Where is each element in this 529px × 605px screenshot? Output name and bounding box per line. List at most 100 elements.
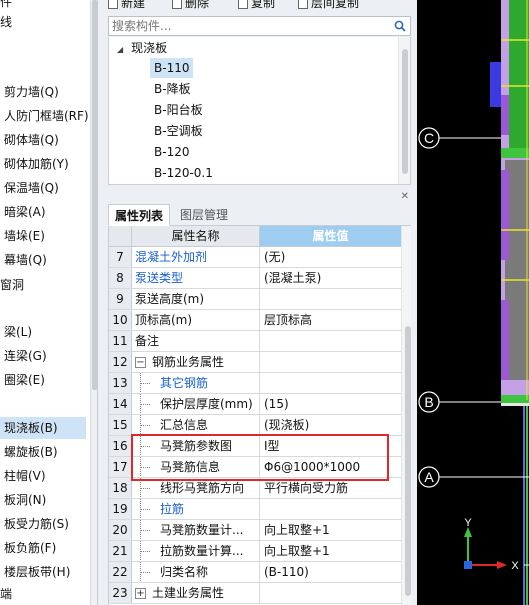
nav-item-cast-in-place-slab[interactable]: 现浇板(B)	[0, 417, 86, 439]
property-value[interactable]	[260, 499, 401, 520]
property-grid-scrollbar[interactable]	[401, 226, 411, 605]
property-value[interactable]: (15)	[260, 394, 401, 415]
nav-item-curtain-wall[interactable]: 幕墙(Q)	[0, 249, 86, 271]
new-button[interactable]: 新建	[108, 0, 145, 12]
row-number: 19	[109, 499, 132, 520]
tree-scrollbar[interactable]	[398, 37, 410, 184]
property-value[interactable]	[260, 373, 401, 394]
nav-section-window-opening[interactable]: 窗洞	[0, 276, 24, 293]
nav-section-end[interactable]: 端	[0, 585, 12, 602]
property-row[interactable]: 8 泵送类型 (混凝土泵)	[109, 268, 401, 289]
panel-splitter[interactable]: ✕	[108, 191, 413, 202]
property-name: 顶标高(m)	[132, 310, 260, 331]
property-row[interactable]: 15 汇总信息 (现浇板)	[109, 415, 401, 436]
nav-item-floor-slab-band[interactable]: 楼层板带(H)	[0, 561, 86, 583]
axis-label-a: A	[424, 469, 434, 485]
copy-button[interactable]: 复制	[238, 0, 275, 12]
property-row[interactable]: 9 泵送高度(m)	[109, 289, 401, 310]
property-name[interactable]: 拉筋	[132, 499, 260, 520]
element-marker	[490, 62, 501, 107]
property-value[interactable]	[260, 331, 401, 352]
tree-node-b-lowered-slab[interactable]: B-降板	[150, 79, 195, 99]
property-value[interactable]	[260, 289, 401, 310]
nav-item-masonry-reinforcement[interactable]: 砌体加筋(Y)	[0, 153, 86, 175]
close-icon[interactable]: ✕	[401, 191, 409, 202]
property-value[interactable]: (B-110)	[260, 562, 401, 583]
tree-connector-line	[140, 488, 150, 489]
component-nav-panel: 件 线 剪力墙(Q) 人防门框墙(RF) 砌体墙(Q) 砌体加筋(Y) 保温墙(…	[0, 0, 97, 605]
nav-item-insulation-wall[interactable]: 保温墙(Q)	[0, 177, 86, 199]
nav-item-slab-main-rebar[interactable]: 板受力筋(S)	[0, 513, 86, 535]
property-value[interactable]: 平行横向受力筋	[260, 478, 401, 499]
property-name[interactable]: 其它钢筋	[132, 373, 260, 394]
property-name-text: 线形马凳筋方向	[160, 481, 245, 495]
nav-item-wall-pier[interactable]: 墙垛(E)	[0, 225, 86, 247]
drawing-canvas[interactable]: C B A Y X	[417, 0, 529, 605]
property-value[interactable]	[260, 583, 401, 604]
new-button-label: 新建	[121, 0, 146, 10]
property-row[interactable]: 11 备注	[109, 331, 401, 352]
property-value[interactable]: (现浇板)	[260, 415, 401, 436]
nav-item-slab-opening[interactable]: 板洞(N)	[0, 489, 86, 511]
property-row[interactable]: 13 其它钢筋	[109, 373, 401, 394]
property-value[interactable]: 向上取整+1	[260, 541, 401, 562]
property-value[interactable]: (混凝土泵)	[260, 268, 401, 289]
property-name[interactable]: 泵送类型	[132, 268, 260, 289]
property-value[interactable]	[260, 352, 401, 373]
tree-node-b-120[interactable]: B-120	[150, 142, 193, 162]
property-row[interactable]: 21 拉筋数量计算... 向上取整+1	[109, 541, 401, 562]
delete-button[interactable]: 删除	[172, 0, 209, 12]
nav-item-coupling-beam[interactable]: 连梁(G)	[0, 345, 86, 367]
property-row[interactable]: 7 混凝土外加剂 (无)	[109, 247, 401, 268]
nav-item-hidden-beam[interactable]: 暗梁(A)	[0, 201, 86, 223]
nav-item-civil-defense-door-frame-wall[interactable]: 人防门框墙(RF)	[0, 105, 89, 127]
property-value[interactable]: (无)	[260, 247, 401, 268]
expand-icon[interactable]: +	[135, 588, 146, 599]
property-row[interactable]: 19 拉筋	[109, 499, 401, 520]
property-grid-scrollbar-thumb[interactable]	[405, 326, 411, 596]
nav-item-slab-negative-rebar[interactable]: 板负筋(F)	[0, 537, 86, 559]
search-input[interactable]	[109, 17, 389, 35]
row-number: 23	[109, 583, 132, 604]
property-row[interactable]: 14 保护层厚度(mm) (15)	[109, 394, 401, 415]
wall-segment	[501, 395, 529, 403]
tree-node-b-ac-slab[interactable]: B-空调板	[150, 121, 207, 141]
tab-layer-management[interactable]: 图层管理	[174, 204, 234, 226]
nav-item-ring-beam[interactable]: 圈梁(E)	[0, 369, 86, 391]
property-name[interactable]: 混凝土外加剂	[132, 247, 260, 268]
search-icon[interactable]	[394, 20, 406, 32]
nav-item-beam[interactable]: 梁(L)	[0, 321, 86, 343]
property-row[interactable]: 22 归类名称 (B-110)	[109, 562, 401, 583]
tree-scrollbar-thumb[interactable]	[402, 49, 408, 174]
component-tree: ◢ 现浇板 B-110 B-降板 B-阳台板 B-空调板 B-120 B-120-…	[108, 37, 411, 185]
nav-item-masonry-wall[interactable]: 砌体墙(Q)	[0, 129, 86, 151]
tree-root-cast-in-place-slab[interactable]: ◢ 现浇板	[117, 39, 167, 57]
component-toolbar: 新建 删除 复制 层间复制	[108, 0, 413, 12]
property-value[interactable]: 层顶标高	[260, 310, 401, 331]
property-row[interactable]: 12− 钢筋业务属性	[109, 352, 401, 373]
collapse-triangle-icon[interactable]: ◢	[117, 41, 123, 59]
property-row[interactable]: 23 + 土建业务属性	[109, 583, 401, 604]
property-row[interactable]: 18 线形马凳筋方向 平行横向受力筋	[109, 478, 401, 499]
nav-item-shear-wall[interactable]: 剪力墙(Q)	[0, 81, 86, 103]
nav-item-column-cap[interactable]: 柱帽(V)	[0, 465, 86, 487]
property-value[interactable]: 向上取整+1	[260, 520, 401, 541]
nav-scrollbar[interactable]	[90, 0, 97, 605]
row-number: 18	[109, 478, 132, 499]
tree-connector-line	[140, 551, 150, 552]
new-icon	[108, 0, 118, 9]
floor-copy-button[interactable]: 层间复制	[298, 0, 359, 12]
tree-node-b-120-0-1[interactable]: B-120-0.1	[150, 163, 217, 183]
tree-node-b-balcony-slab[interactable]: B-阳台板	[150, 100, 207, 120]
nav-item-spiral-slab[interactable]: 螺旋板(B)	[0, 441, 86, 463]
property-row[interactable]: 20 马凳筋数量计... 向上取整+1	[109, 520, 401, 541]
property-name-text: 顶标高(m)	[135, 313, 193, 327]
tab-property-list[interactable]: 属性列表	[108, 204, 171, 226]
copy-button-label: 复制	[251, 0, 276, 10]
property-row[interactable]: 10 顶标高(m) 层顶标高	[109, 310, 401, 331]
row-number: 22	[109, 562, 132, 583]
column-header-value[interactable]: 属性值	[260, 226, 401, 247]
tree-node-b-110[interactable]: B-110	[150, 58, 194, 78]
column-header-name[interactable]: 属性名称	[132, 226, 260, 247]
collapse-icon[interactable]: −	[135, 357, 146, 368]
